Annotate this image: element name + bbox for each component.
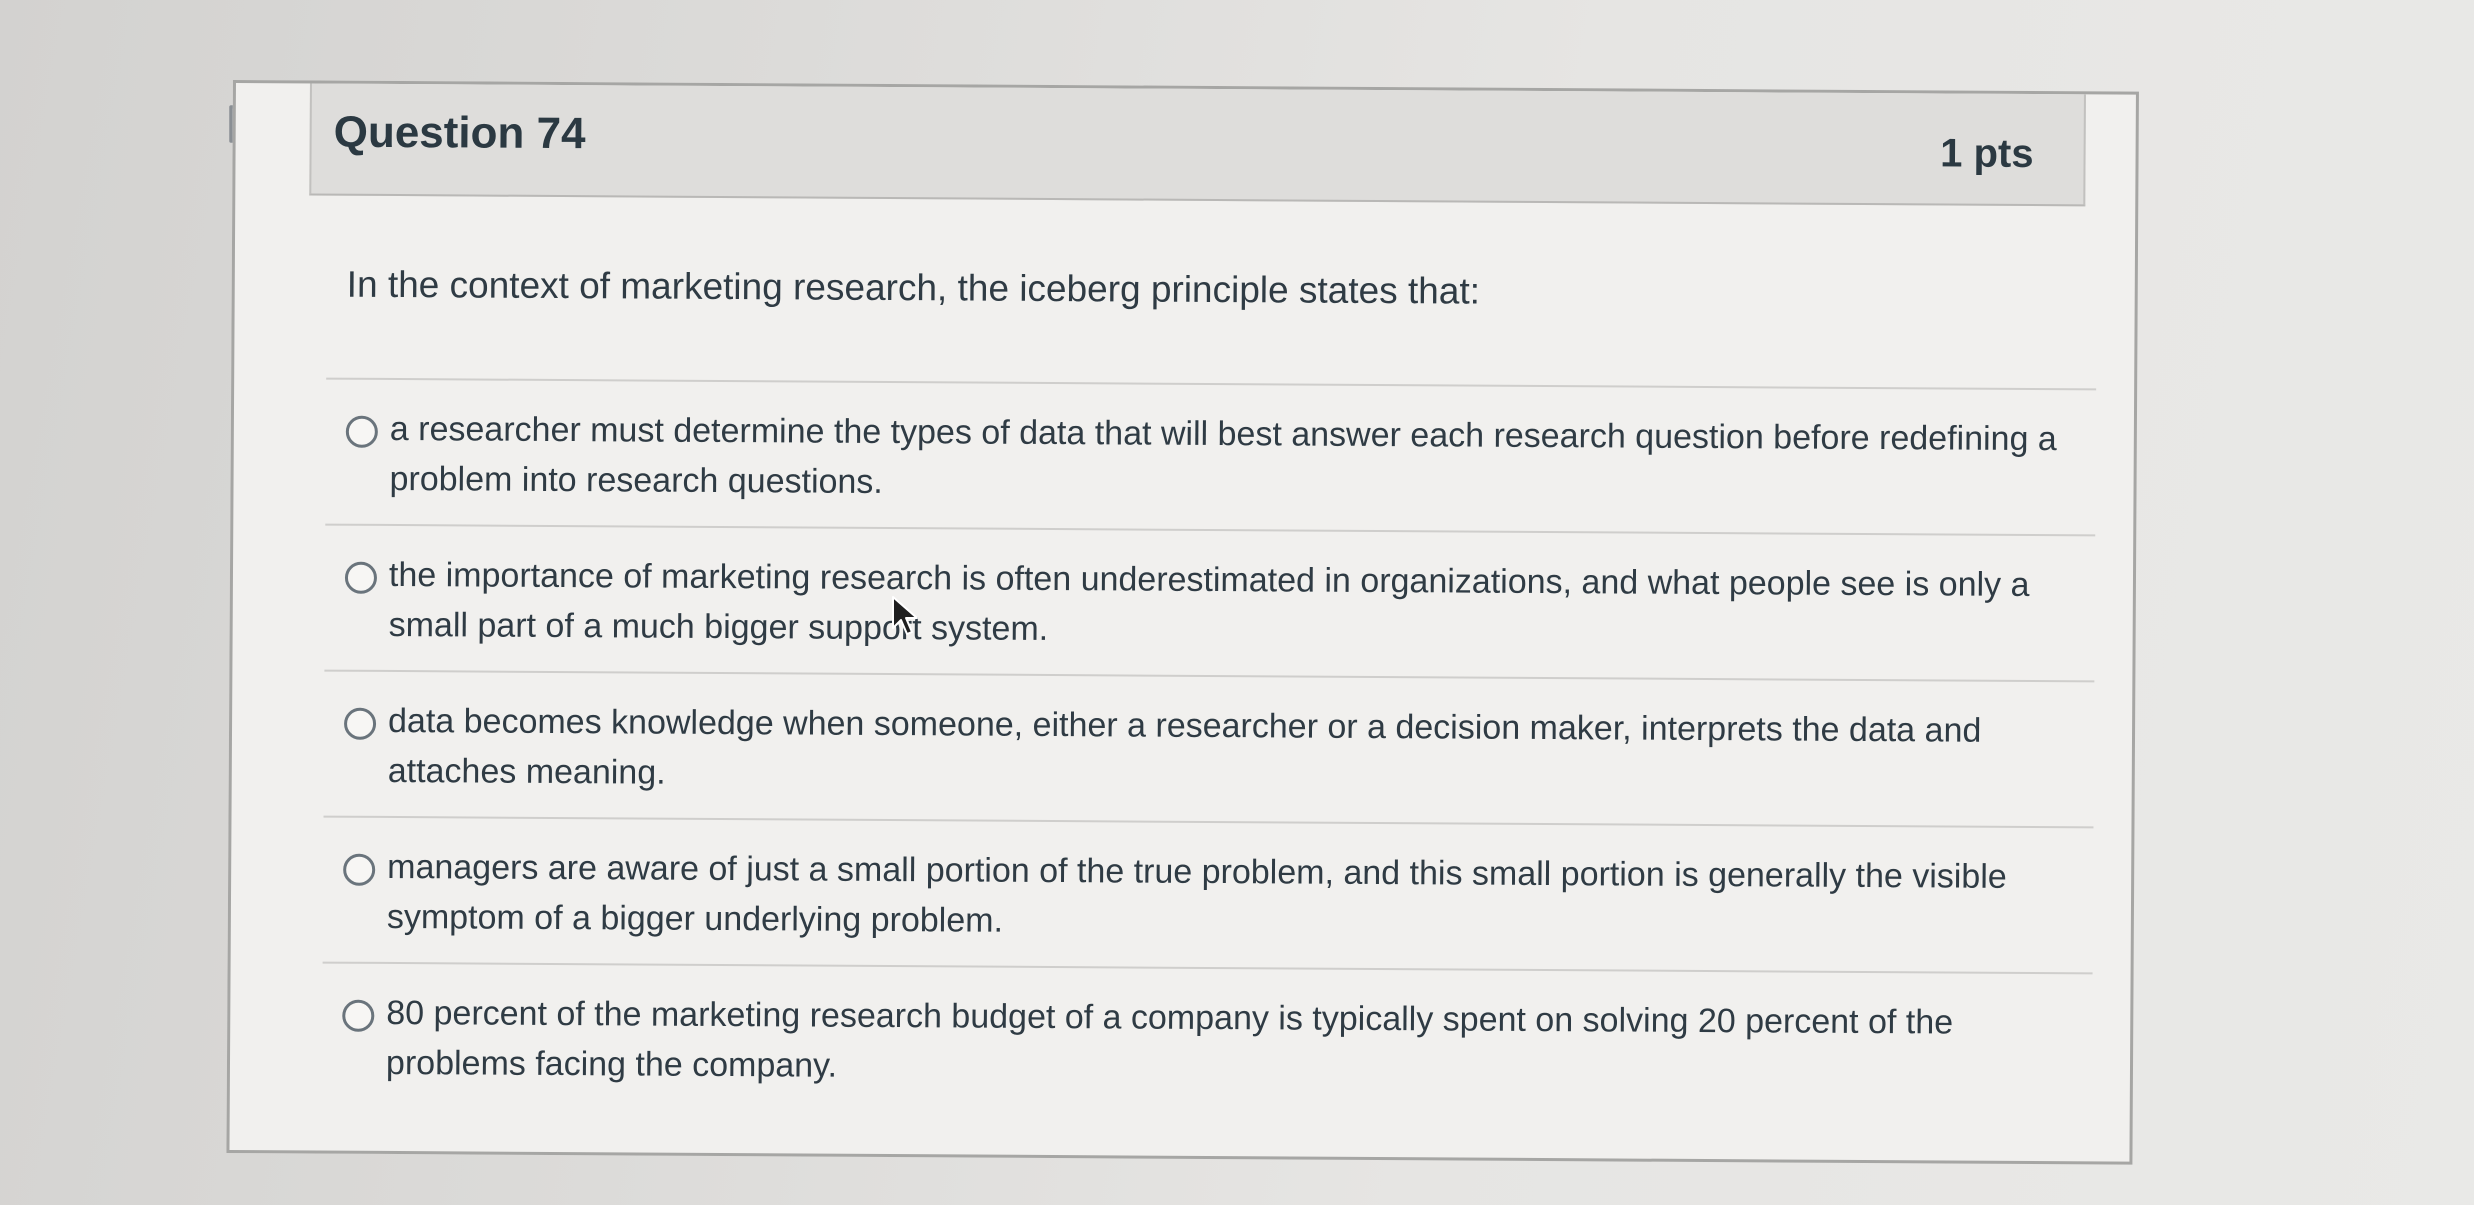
question-points: 1 pts (1940, 131, 2034, 177)
answer-label[interactable]: data becomes knowledge when someone, eit… (388, 696, 2075, 806)
radio-button[interactable] (343, 707, 377, 740)
answer-label[interactable]: managers are aware of just a small porti… (387, 842, 2074, 952)
radio-button[interactable] (343, 853, 376, 886)
radio-button[interactable] (345, 415, 378, 448)
answer-option-5[interactable]: 80 percent of the marketing research bud… (321, 961, 2093, 1119)
radio-button[interactable] (342, 999, 375, 1032)
answer-option-4[interactable]: managers are aware of just a small porti… (322, 815, 2094, 973)
question-title: Question 74 (333, 107, 586, 159)
answer-option-1[interactable]: a researcher must determine the types of… (325, 377, 2097, 535)
answer-label[interactable]: the importance of marketing research is … (389, 550, 2076, 660)
answer-list: a researcher must determine the types of… (321, 377, 2097, 1119)
question-card: Question 74 1 pts In the context of mark… (226, 80, 2139, 1165)
answer-label[interactable]: 80 percent of the marketing research bud… (386, 988, 2073, 1098)
radio-button[interactable] (344, 561, 378, 594)
answer-option-2[interactable]: the importance of marketing research is … (324, 523, 2096, 681)
mouse-cursor-icon (892, 596, 918, 635)
question-header: Question 74 1 pts (309, 83, 2086, 207)
question-text: In the context of marketing research, th… (346, 263, 1481, 312)
answer-label[interactable]: a researcher must determine the types of… (389, 404, 2076, 514)
answer-option-3[interactable]: data becomes knowledge when someone, eit… (323, 669, 2095, 827)
